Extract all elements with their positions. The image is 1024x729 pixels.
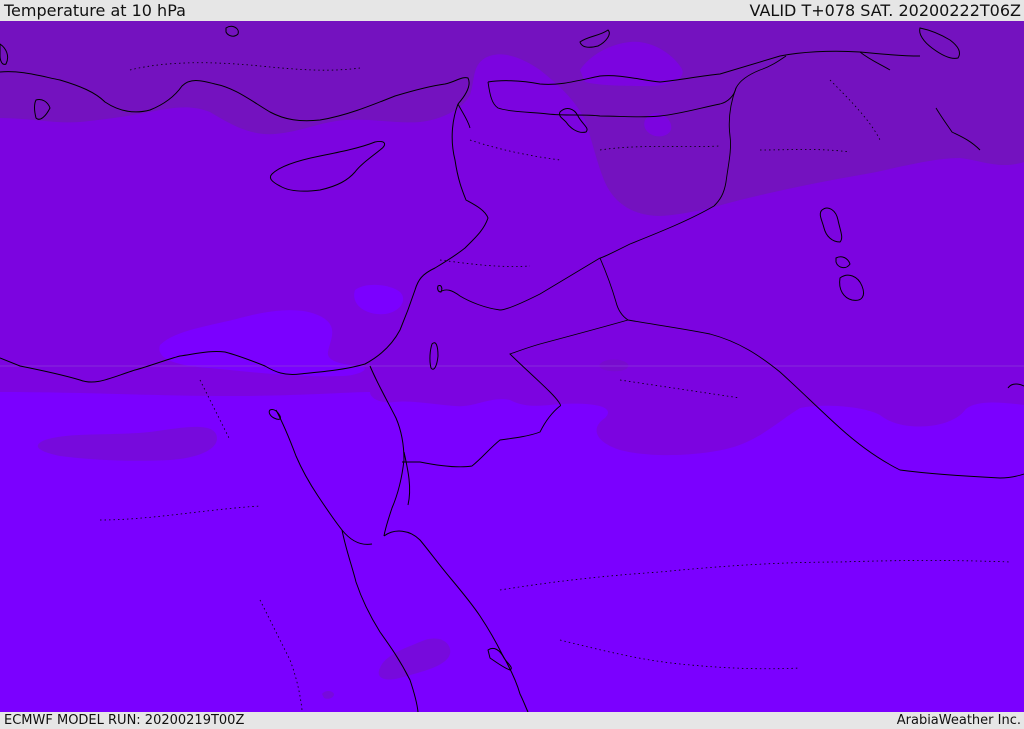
map-title: Temperature at 10 hPa [4, 1, 186, 20]
valid-time-label: VALID T+078 SAT. 20200222T06Z [749, 1, 1021, 20]
footer-bar: ECMWF MODEL RUN: 20200219T00Z ArabiaWeat… [0, 712, 1024, 729]
map-panel [0, 21, 1024, 712]
credit-label: ArabiaWeather Inc. [896, 713, 1021, 728]
model-run-label: ECMWF MODEL RUN: 20200219T00Z [4, 713, 245, 728]
map-svg [0, 21, 1024, 712]
header-bar: Temperature at 10 hPa VALID T+078 SAT. 2… [0, 0, 1024, 21]
